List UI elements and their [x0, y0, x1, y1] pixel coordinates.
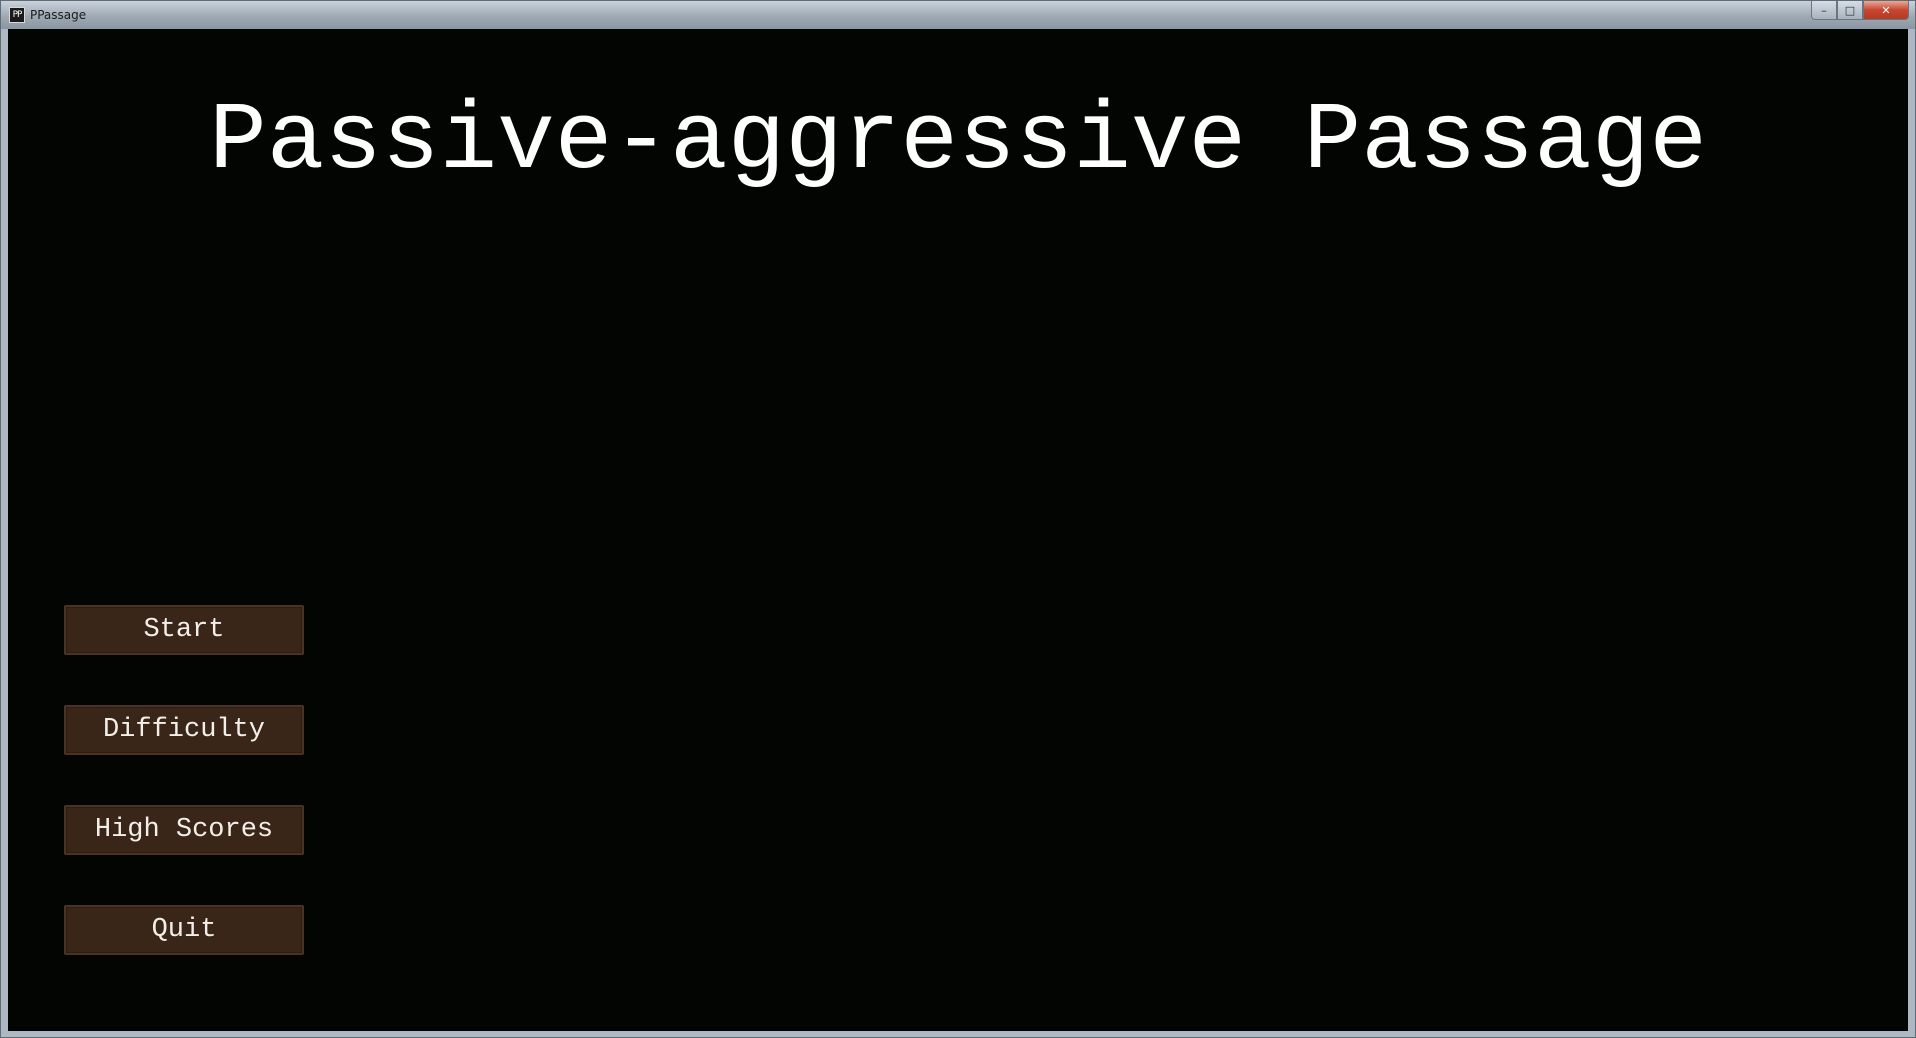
main-menu: Start Difficulty High Scores Quit — [64, 605, 304, 1005]
window-title: PPassage — [30, 8, 87, 22]
close-button[interactable]: ✕ — [1863, 1, 1909, 20]
game-title: Passive-aggressive Passage — [209, 87, 1707, 196]
window-controls: – □ ✕ — [1811, 1, 1909, 21]
maximize-icon: □ — [1844, 3, 1856, 17]
maximize-button[interactable]: □ — [1837, 1, 1863, 20]
window-titlebar[interactable]: PP PPassage – □ ✕ — [1, 1, 1915, 29]
minimize-button[interactable]: – — [1811, 1, 1837, 20]
app-icon: PP — [9, 7, 25, 23]
quit-button[interactable]: Quit — [64, 905, 304, 955]
high-scores-button[interactable]: High Scores — [64, 805, 304, 855]
start-button[interactable]: Start — [64, 605, 304, 655]
game-canvas[interactable]: Passive-aggressive Passage Start Difficu… — [8, 29, 1908, 1031]
minimize-icon: – — [1821, 3, 1827, 17]
difficulty-button[interactable]: Difficulty — [64, 705, 304, 755]
app-window: PP PPassage – □ ✕ Passive-aggressive Pas… — [0, 0, 1916, 1038]
close-icon: ✕ — [1881, 3, 1891, 17]
